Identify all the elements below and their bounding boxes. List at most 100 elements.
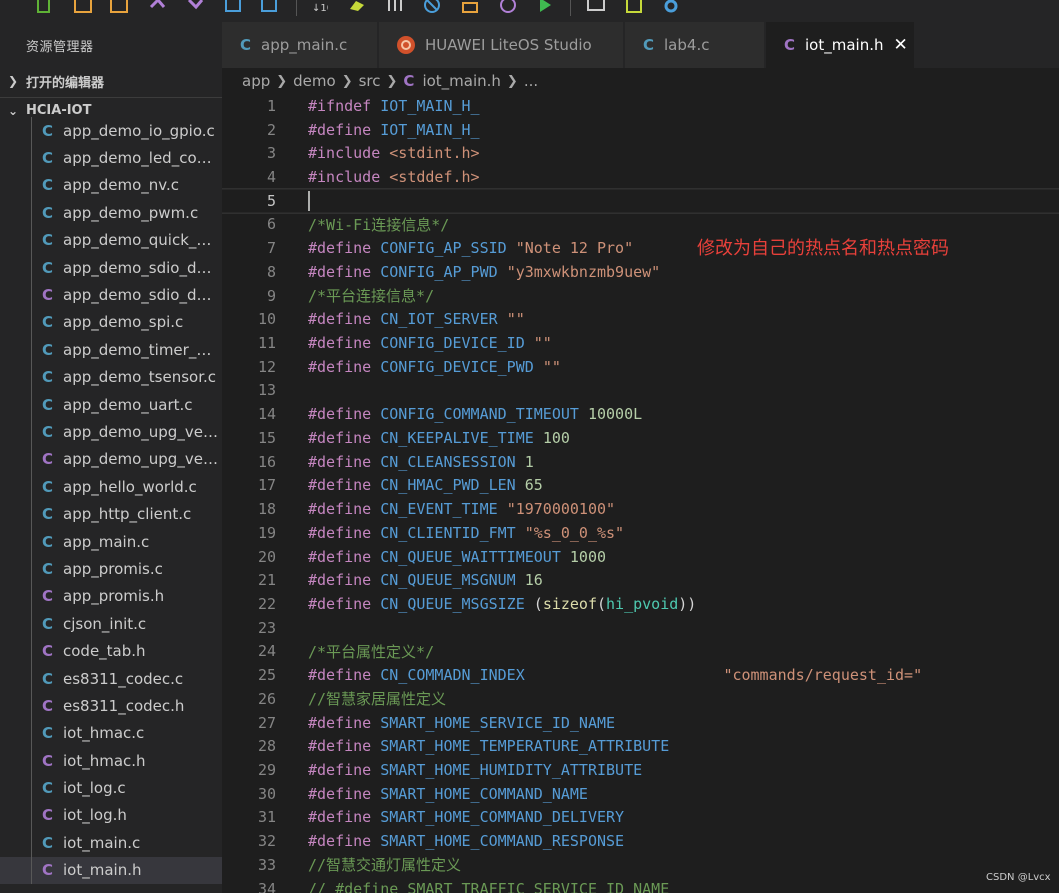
h-file-icon: C <box>403 72 415 90</box>
file-name: app_demo_tsensor.c <box>63 368 217 387</box>
section-open-editors-label: 打开的编辑器 <box>26 75 105 91</box>
indent-guide <box>31 390 32 419</box>
file-item[interactable]: Ciot_main.c <box>0 829 222 857</box>
file-name: app_demo_upg_veri... <box>63 422 219 441</box>
file-item[interactable]: Ciot_log.h <box>0 801 222 830</box>
line-number: 1 <box>266 96 276 115</box>
file-item[interactable]: Capp_demo_nv.c <box>0 171 222 200</box>
open-folder-icon[interactable] <box>72 0 94 16</box>
file-item[interactable]: Capp_promis.h <box>0 582 222 611</box>
file-item[interactable]: Ccjson_init.c <box>0 610 222 638</box>
close-icon[interactable]: ✕ <box>894 35 908 55</box>
breadcrumb-item[interactable]: demo <box>293 72 336 90</box>
code-editor[interactable]: 1 #ifndef IOT_MAIN_H_ 2 #define IOT_MAIN_H_… <box>222 94 1059 893</box>
file-item[interactable]: Capp_demo_sdio_dev... <box>0 281 222 309</box>
file-item[interactable]: Capp_main.c <box>0 527 222 556</box>
file-item[interactable]: Capp_demo_timer_sy... <box>0 336 222 364</box>
code-line: 22 #define CN_QUEUE_MSGSIZE (sizeof(hi_pv… <box>222 592 1059 616</box>
file-name: app_promis.c <box>63 559 163 578</box>
undo-icon[interactable] <box>146 0 168 16</box>
file-name: code_tab.h <box>63 642 146 661</box>
code-text: #define CONFIG_DEVICE_ID "" <box>308 334 552 352</box>
file-item[interactable]: Capp_demo_upg_veri... <box>0 418 222 446</box>
file-name: app_demo_sdio_dev... <box>63 258 219 277</box>
redo-icon[interactable] <box>184 0 206 16</box>
tab-label: HUAWEI LiteOS Studio <box>425 36 592 54</box>
indent-guide <box>31 363 32 391</box>
file-item[interactable]: Capp_demo_led_cont... <box>0 144 222 172</box>
code-line: 17 #define CN_HMAC_PWD_LEN 65 <box>222 474 1059 498</box>
save-icon[interactable] <box>108 0 130 16</box>
file-item[interactable]: Capp_demo_tsensor.c <box>0 363 222 391</box>
file-item[interactable]: Capp_demo_uart.c <box>0 390 222 419</box>
indent-guide <box>31 610 32 638</box>
section-open-editors[interactable]: ❯ 打开的编辑器 <box>0 68 222 94</box>
indent-guide <box>31 171 32 200</box>
file-item[interactable]: Capp_demo_upg_veri... <box>0 445 222 474</box>
indent-guide <box>31 692 32 720</box>
file-item[interactable]: Capp_hello_world.c <box>0 473 222 501</box>
build-icon[interactable] <box>346 0 368 16</box>
line-number: 24 <box>257 642 276 661</box>
tab-label: iot_main.h <box>805 36 884 54</box>
tab-lab4-c[interactable]: C lab4.c <box>625 22 765 68</box>
breadcrumb-item[interactable]: app <box>242 72 270 90</box>
breadcrumb-file[interactable]: iot_main.h <box>422 72 500 90</box>
line-number: 11 <box>257 334 276 353</box>
code-token: //智慧交通灯属性定义 <box>308 856 462 875</box>
sort-icon[interactable]: ↓10 <box>308 0 330 16</box>
burn-icon[interactable] <box>459 0 481 16</box>
tab-huawei-liteos-studio[interactable]: HUAWEI LiteOS Studio <box>379 22 624 68</box>
c-file-icon: C <box>42 422 54 441</box>
code-token: #include <box>308 144 390 163</box>
code-token: ( <box>533 594 543 613</box>
file-name: app_demo_nv.c <box>63 176 180 195</box>
file-item[interactable]: Capp_demo_pwm.c <box>0 199 222 227</box>
line-number: 9 <box>266 286 276 305</box>
file-item[interactable]: Ciot_main.h <box>0 856 222 884</box>
file-item[interactable]: Ciot_log.c <box>0 774 222 802</box>
monitor-icon[interactable] <box>585 0 607 16</box>
settings-icon[interactable] <box>660 0 682 16</box>
code-token: //智慧家居属性定义 <box>308 690 447 709</box>
code-token: sizeof <box>542 594 597 613</box>
indent-guide <box>31 308 32 337</box>
chevron-down-icon: ⌄ <box>7 103 19 118</box>
file-item[interactable]: Capp_http_client.c <box>0 500 222 528</box>
file-item[interactable]: Ciot_hmac.h <box>0 746 222 775</box>
file-item[interactable]: Ciot_hmac.c <box>0 719 222 747</box>
code-token: #define <box>308 571 381 590</box>
chip-icon[interactable] <box>623 0 645 16</box>
line-number: 32 <box>257 832 276 851</box>
clock-icon[interactable] <box>497 0 519 16</box>
export-icon[interactable] <box>258 0 280 16</box>
code-token: CONFIG_COMMAND_TIMEOUT <box>380 405 588 424</box>
breadcrumb-item[interactable]: src <box>359 72 381 90</box>
file-item[interactable]: Capp_promis.c <box>0 555 222 583</box>
run-icon[interactable] <box>534 0 556 16</box>
line-number: 17 <box>257 476 276 495</box>
indent-guide <box>31 445 32 474</box>
file-item[interactable]: Ces8311_codec.h <box>0 692 222 720</box>
code-text: #define SMART_HOME_HUMIDITY_ATTRIBUTE <box>308 761 642 779</box>
code-text: #define SMART_HOME_COMMAND_NAME <box>308 785 588 803</box>
h-file-icon: C <box>784 36 796 54</box>
file-item[interactable]: Ces8311_codec.c <box>0 664 222 693</box>
file-item[interactable]: Capp_demo_quick_se... <box>0 226 222 254</box>
breadcrumb-more[interactable]: ... <box>524 72 538 90</box>
debug-icon[interactable] <box>384 0 406 16</box>
stop-icon[interactable] <box>421 0 443 16</box>
import-icon[interactable] <box>222 0 244 16</box>
annotation-note: 修改为自己的热点名和热点密码 <box>697 238 949 259</box>
code-token: #define <box>308 452 381 471</box>
file-item[interactable]: Capp_demo_io_gpio.c <box>0 117 222 145</box>
file-item[interactable]: Capp_demo_spi.c <box>0 308 222 337</box>
code-line: 8 #define CONFIG_AP_PWD "y3mxwkbnzmb9uew" <box>222 260 1059 284</box>
file-item[interactable]: Capp_demo_sdio_dev... <box>0 253 222 282</box>
new-file-icon[interactable] <box>33 0 55 16</box>
code-text: #define SMART_HOME_COMMAND_DELIVERY <box>308 808 624 826</box>
file-item[interactable]: Ccode_tab.h <box>0 637 222 665</box>
code-token: /*平台连接信息*/ <box>308 287 435 306</box>
tab-iot-main-h[interactable]: C iot_main.h ✕ <box>766 22 915 68</box>
tab-app-main-c[interactable]: C app_main.c <box>222 22 378 68</box>
